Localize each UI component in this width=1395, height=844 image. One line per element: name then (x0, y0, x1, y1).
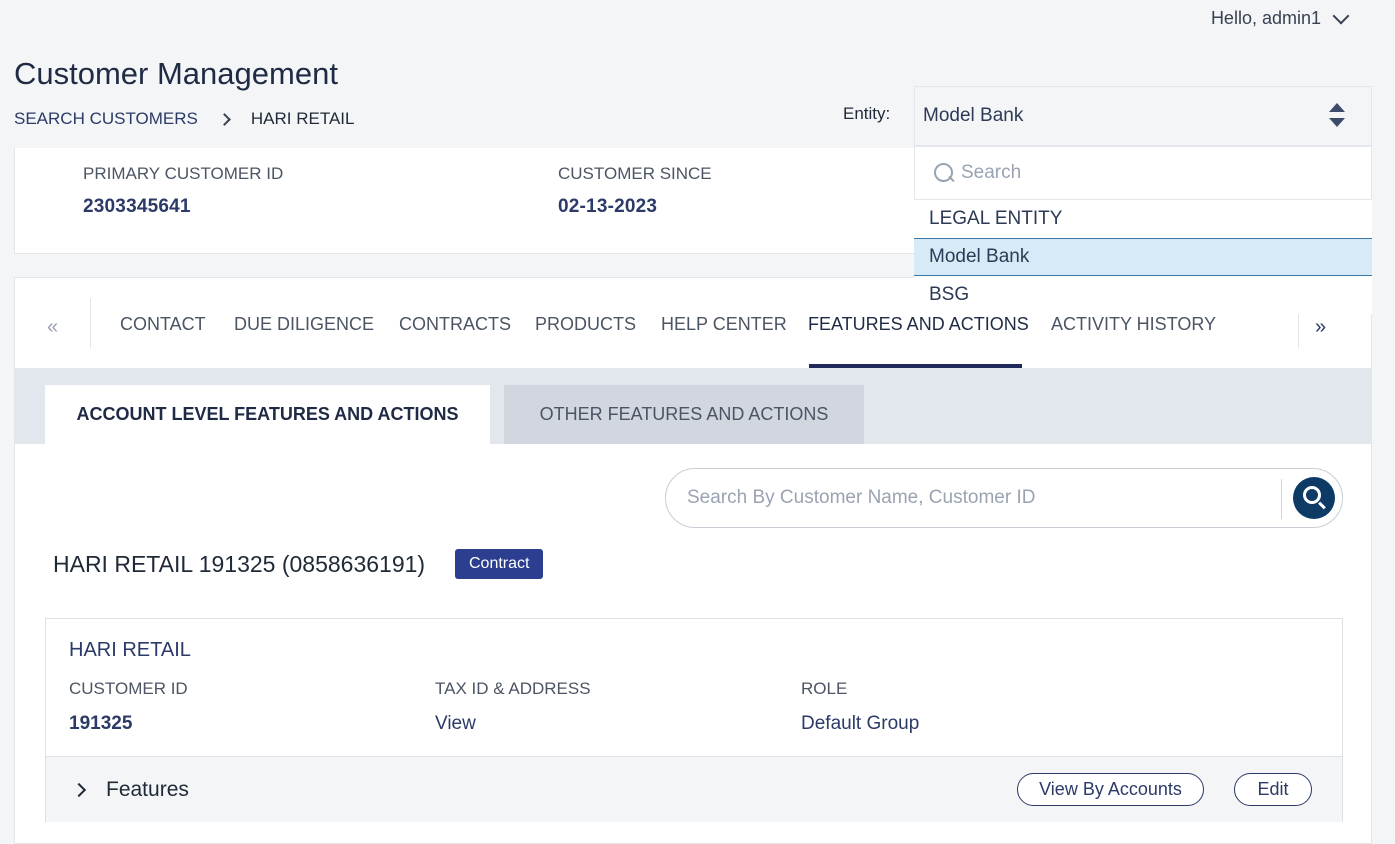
entity-option-bsg[interactable]: BSG (914, 276, 1372, 314)
tab-features-and-actions[interactable]: FEATURES AND ACTIONS (808, 314, 1029, 335)
tabs-prev-icon[interactable]: « (47, 316, 58, 339)
customer-since-value: 02-13-2023 (558, 196, 658, 217)
primary-id-block: PRIMARY CUSTOMER ID 2303345641 (83, 164, 283, 218)
chevron-down-icon[interactable] (1332, 7, 1350, 24)
tab-due-diligence[interactable]: DUE DILIGENCE (234, 314, 374, 335)
features-label: Features (106, 778, 189, 801)
page-title: Customer Management (14, 56, 338, 91)
sort-icon (1329, 103, 1345, 127)
greeting: Hello, admin1 (1210, 8, 1321, 28)
tab-activity-history[interactable]: ACTIVITY HISTORY (1051, 314, 1216, 335)
entity-search-input[interactable]: Search (914, 146, 1372, 200)
customer-info-card: PRIMARY CUSTOMER ID 2303345641 CUSTOMER … (14, 148, 924, 254)
role-label: ROLE (801, 679, 848, 698)
entity-selected-value: Model Bank (923, 105, 1024, 126)
entity-label: Entity: (843, 104, 891, 123)
contract-badge: Contract (455, 549, 544, 579)
tax-id-label: TAX ID & ADDRESS (435, 679, 591, 698)
entity-option-model-bank[interactable]: Model Bank (914, 238, 1372, 276)
customer-id-label: CUSTOMER ID (69, 679, 188, 698)
search-button[interactable] (1293, 477, 1335, 519)
features-row[interactable]: Features View By Accounts Edit (46, 756, 1342, 822)
search-divider (1281, 479, 1282, 519)
user-menu[interactable]: Hello, admin1 (1210, 7, 1350, 29)
edit-button[interactable]: Edit (1234, 773, 1312, 806)
main-card: « CONTACT DUE DILIGENCE CONTRACTS PRODUC… (14, 277, 1372, 844)
customer-id-value: 191325 (69, 713, 133, 734)
tab-divider (90, 298, 91, 348)
customer-heading: HARI RETAIL 191325 (0858636191) (53, 551, 426, 577)
tab-contracts[interactable]: CONTRACTS (399, 314, 511, 335)
breadcrumb-search-customers[interactable]: SEARCH CUSTOMERS (14, 109, 198, 129)
view-by-accounts-button[interactable]: View By Accounts (1017, 773, 1204, 806)
primary-id-value: 2303345641 (83, 196, 191, 217)
subtab-strip: ACCOUNT LEVEL FEATURES AND ACTIONS OTHER… (15, 368, 1371, 444)
search-icon (933, 162, 955, 184)
tab-products[interactable]: PRODUCTS (535, 314, 636, 335)
customer-search-placeholder: Search By Customer Name, Customer ID (687, 487, 1036, 508)
breadcrumb-current: HARI RETAIL (250, 109, 355, 128)
customer-detail-card: HARI RETAIL CUSTOMER ID 191325 TAX ID & … (45, 618, 1343, 822)
chevron-right-icon (218, 112, 231, 126)
customer-name: HARI RETAIL (69, 639, 191, 661)
role-block: ROLE Default Group (801, 679, 919, 735)
search-icon (1303, 486, 1321, 504)
customer-search-input[interactable]: Search By Customer Name, Customer ID (665, 468, 1343, 528)
entity-option-legal-entity[interactable]: LEGAL ENTITY (914, 200, 1372, 238)
tab-help-center[interactable]: HELP CENTER (661, 314, 787, 335)
subtab-account-level[interactable]: ACCOUNT LEVEL FEATURES AND ACTIONS (45, 385, 490, 444)
tabs-next-icon[interactable]: » (1315, 316, 1326, 339)
customer-since-label: CUSTOMER SINCE (558, 164, 712, 183)
customer-id-block: CUSTOMER ID 191325 (69, 679, 188, 735)
entity-search-placeholder: Search (961, 162, 1022, 183)
role-value: Default Group (801, 713, 920, 734)
tax-id-block: TAX ID & ADDRESS View (435, 679, 591, 735)
primary-id-label: PRIMARY CUSTOMER ID (83, 164, 284, 183)
tax-id-view-link[interactable]: View (435, 713, 591, 735)
customer-since-block: CUSTOMER SINCE 02-13-2023 (558, 164, 712, 218)
breadcrumb: SEARCH CUSTOMERS HARI RETAIL (14, 109, 354, 129)
subtab-other-features[interactable]: OTHER FEATURES AND ACTIONS (504, 385, 864, 444)
chevron-right-icon[interactable] (71, 782, 87, 798)
entity-select[interactable]: Model Bank (914, 86, 1372, 146)
tab-contact[interactable]: CONTACT (120, 314, 206, 335)
entity-dropdown: Search LEGAL ENTITY Model Bank BSG (914, 146, 1372, 314)
